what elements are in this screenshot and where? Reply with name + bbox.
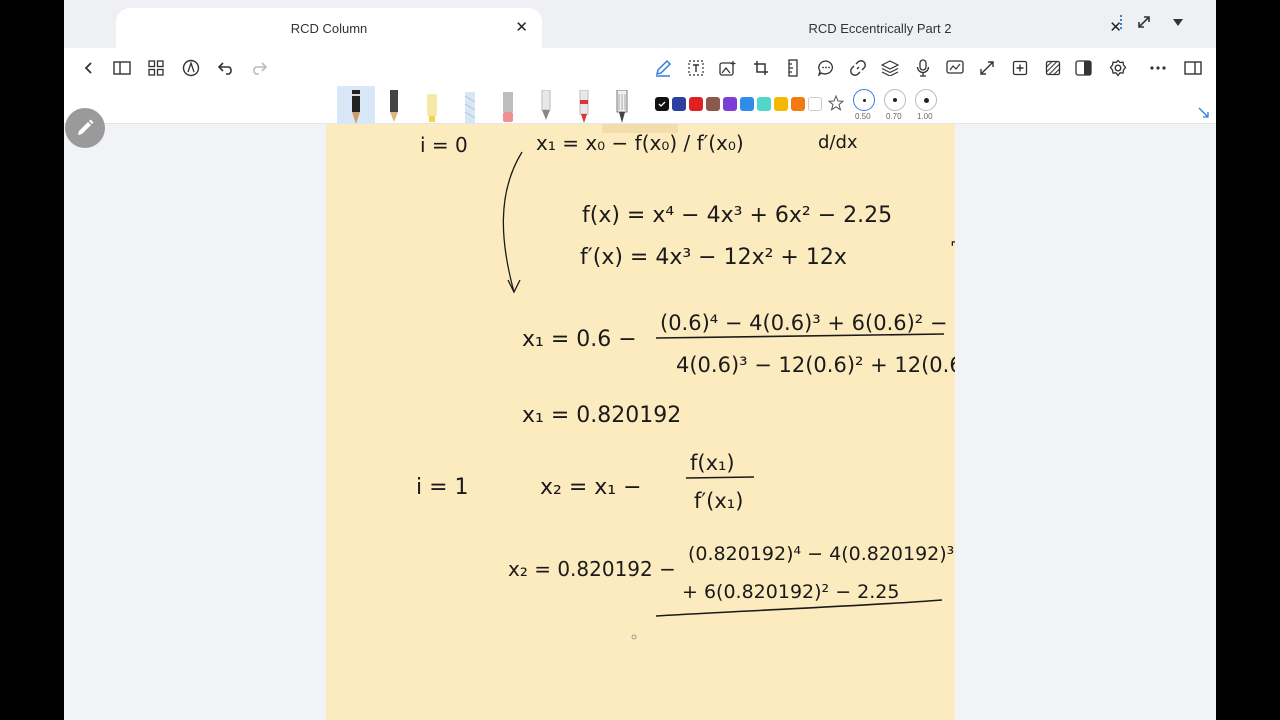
- split-view-icon[interactable]: [1073, 57, 1095, 79]
- crop-icon[interactable]: [750, 57, 772, 79]
- pencil-icon[interactable]: [375, 86, 413, 124]
- link-icon[interactable]: [847, 57, 869, 79]
- newton-formula-text: x₁ = x₀ − f(x₀) / f′(x₀): [536, 131, 744, 155]
- eraser-icon[interactable]: [489, 86, 527, 124]
- size-100[interactable]: [915, 89, 937, 111]
- collapse-arrow-icon[interactable]: [1198, 106, 1210, 124]
- add-page-icon[interactable]: [1009, 57, 1031, 79]
- notes-app: RCD Column ✕ RCD Eccentrically Part 2 ✕: [64, 0, 1216, 720]
- i-zero-text: i = 0: [420, 133, 468, 157]
- color-purple[interactable]: [723, 97, 737, 111]
- x2-formula-numerator-text: f(x₁): [690, 451, 735, 475]
- comment-icon[interactable]: [815, 57, 837, 79]
- image-icon[interactable]: [717, 57, 739, 79]
- color-brown[interactable]: [706, 97, 720, 111]
- tab-rcd-column[interactable]: RCD Column ✕: [116, 8, 542, 48]
- color-navy[interactable]: [672, 97, 686, 111]
- color-orange[interactable]: [791, 97, 805, 111]
- panel-icon[interactable]: [1182, 57, 1204, 79]
- dropdown-icon[interactable]: [1172, 17, 1184, 27]
- function-text: f(x) = x⁴ − 4x³ + 6x² − 2.25: [582, 203, 892, 228]
- x1-value-text: x₁ = 0.820192: [522, 403, 681, 428]
- lasso-icon[interactable]: [527, 86, 565, 124]
- more-icon[interactable]: [1147, 57, 1169, 79]
- x1-lhs-text: x₁ = 0.6 −: [522, 327, 637, 352]
- layers-icon[interactable]: [879, 57, 901, 79]
- color-white[interactable]: [808, 97, 822, 111]
- x2-numerator-line2-text: + 6(0.820192)² − 2.25: [682, 581, 899, 603]
- expand-icon[interactable]: [976, 57, 998, 79]
- pen-tool-icon[interactable]: [652, 57, 674, 79]
- x1-denominator-text: 4(0.6)³ − 12(0.6)² + 12(0.6): [676, 353, 955, 377]
- color-red[interactable]: [689, 97, 703, 111]
- svg-text:⌐: ⌐: [950, 233, 955, 252]
- sidebar-icon[interactable]: [111, 57, 133, 79]
- i-one-text: i = 1: [416, 475, 469, 500]
- undo-icon[interactable]: [215, 57, 237, 79]
- color-black[interactable]: [655, 97, 669, 111]
- fullscreen-icon[interactable]: [1136, 14, 1152, 30]
- settings-icon[interactable]: [1107, 57, 1129, 79]
- highlighter-icon[interactable]: [413, 86, 451, 124]
- mic-icon[interactable]: [912, 57, 934, 79]
- size-label: 1.00: [917, 112, 933, 121]
- tab-label: RCD Eccentrically Part 2: [808, 20, 952, 36]
- color-blue[interactable]: [740, 97, 754, 111]
- redo-icon[interactable]: [248, 57, 270, 79]
- divider-icon: [1120, 15, 1122, 29]
- red-marker-icon[interactable]: [565, 86, 603, 124]
- x2-lhs-text: x₂ = 0.820192 −: [508, 557, 676, 581]
- main-toolbar: [64, 48, 1216, 86]
- tab-bar: RCD Column ✕ RCD Eccentrically Part 2 ✕: [64, 0, 1216, 48]
- handwriting-layer: i = 0 x₁ = x₀ − f(x₀) / f′(x₀) d/dx f(x)…: [416, 124, 955, 640]
- ruler-pen-icon[interactable]: [451, 86, 489, 124]
- grid-icon[interactable]: [145, 57, 167, 79]
- fountain-pen-icon[interactable]: [337, 86, 375, 124]
- x2-numerator-line1-text: (0.820192)⁴ − 4(0.820192)³: [688, 543, 954, 565]
- x2-formula-lhs-text: x₂ = x₁ −: [540, 475, 642, 500]
- pen-nav-icon[interactable]: [180, 57, 202, 79]
- tab-label: RCD Column: [290, 20, 368, 36]
- brush-pen-icon[interactable]: [603, 86, 641, 124]
- note-page[interactable]: i = 0 x₁ = x₀ − f(x₀) / f′(x₀) d/dx f(x)…: [326, 124, 955, 720]
- derivative-function-text: f′(x) = 4x³ − 12x² + 12x: [580, 245, 847, 270]
- pattern-icon[interactable]: [1042, 57, 1064, 79]
- floating-pen-button[interactable]: [65, 108, 105, 148]
- presentation-icon[interactable]: [944, 57, 966, 79]
- edit-pencil-icon: [78, 119, 94, 135]
- tab-rcd-eccentrically[interactable]: RCD Eccentrically Part 2 ✕: [610, 8, 1150, 48]
- size-070[interactable]: [884, 89, 906, 111]
- color-yellow[interactable]: [774, 97, 788, 111]
- color-teal[interactable]: [757, 97, 771, 111]
- x1-numerator-text: (0.6)⁴ − 4(0.6)³ + 6(0.6)² − 2.25: [660, 311, 955, 335]
- pen-toolbar: 0.50 0.70 1.00: [64, 86, 1216, 124]
- canvas-area[interactable]: i = 0 x₁ = x₀ − f(x₀) / f′(x₀) d/dx f(x)…: [64, 124, 1216, 720]
- ruler-icon[interactable]: [782, 57, 804, 79]
- text-box-icon[interactable]: [685, 57, 707, 79]
- close-icon[interactable]: ✕: [515, 18, 528, 36]
- size-050[interactable]: [853, 89, 875, 111]
- back-icon[interactable]: [78, 57, 100, 79]
- derivative-text: d/dx: [818, 132, 858, 153]
- size-label: 0.70: [886, 112, 902, 121]
- size-label: 0.50: [855, 112, 871, 121]
- favorite-star-icon[interactable]: [827, 94, 845, 116]
- x2-formula-denominator-text: f′(x₁): [694, 489, 743, 513]
